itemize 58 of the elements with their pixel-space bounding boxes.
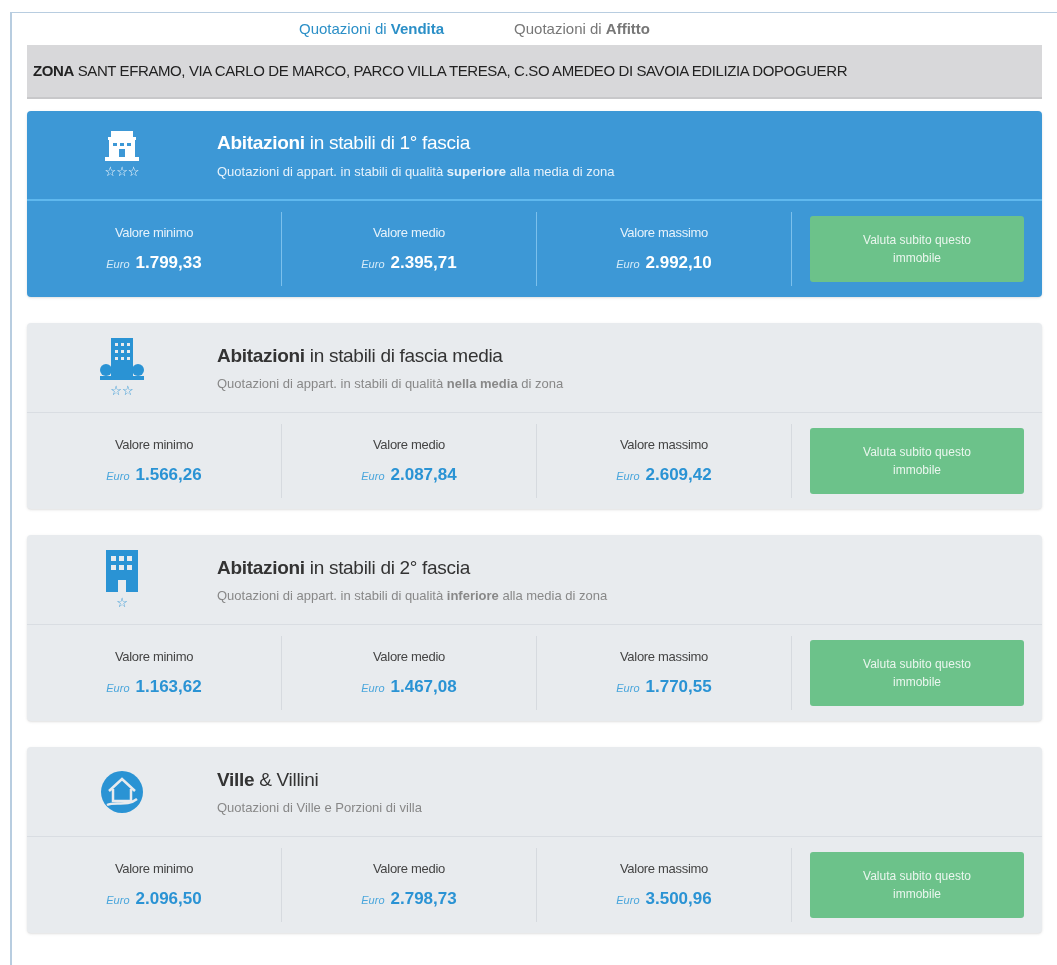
value-label: Valore massimo [619, 435, 708, 454]
card-title: Abitazioni in stabili di fascia media [217, 343, 504, 368]
star-rating: ☆ [116, 595, 128, 610]
price-value: 2.096,50 [135, 888, 202, 910]
value-label: Valore minimo [114, 435, 194, 454]
price-value: 1.163,62 [135, 676, 202, 698]
value-label: Valore medio [372, 223, 445, 242]
tab[interactable]: Quotazioni di Vendita [299, 17, 445, 41]
currency-label: Euro [361, 893, 385, 908]
currency-label: Euro [616, 681, 640, 696]
star-rating: ☆☆☆ [104, 165, 140, 179]
price-value: 2.798,73 [390, 888, 457, 910]
value-label: Valore massimo [619, 647, 708, 666]
card-title: Abitazioni in stabili di 2° fascia [217, 555, 472, 580]
price-value: 2.087,84 [390, 464, 457, 486]
card-subtitle: Quotazioni di appart. in stabili di qualità inferiore alla media di zona [217, 587, 608, 605]
currency-label: Euro [361, 681, 385, 696]
currency-label: Euro [616, 893, 640, 908]
house-in-hand-icon [99, 768, 145, 815]
price-value: 1.770,55 [645, 676, 712, 698]
card-subtitle: Quotazioni di appart. in stabili di qualità nella media di zona [217, 375, 564, 393]
price-value: 1.799,33 [135, 252, 202, 274]
value-label: Valore medio [372, 435, 445, 454]
currency-label: Euro [616, 469, 640, 484]
zone-text: ZONA SANT EFRAMO, VIA CARLO DE MARCO, PARCO VILLA TERESA, C.SO AMEDEO DI SAVOIA EDILIZIA DOPOGUERR [33, 60, 848, 81]
currency-label: Euro [616, 257, 640, 272]
price-value: 2.609,42 [645, 464, 712, 486]
value-label: Valore medio [372, 647, 445, 666]
price-value: 3.500,96 [645, 888, 712, 910]
value-label: Valore minimo [114, 223, 194, 242]
value-label: Valore minimo [114, 859, 194, 878]
star-rating: ☆☆ [110, 383, 134, 398]
value-label: Valore medio [372, 859, 445, 878]
price-value: 2.992,10 [645, 252, 712, 274]
price-value: 1.467,08 [390, 676, 457, 698]
currency-label: Euro [106, 257, 130, 272]
card-title: Abitazioni in stabili di 1° fascia [217, 131, 472, 155]
evaluate-button[interactable]: Valuta subito questo immobile [810, 852, 1024, 918]
currency-label: Euro [361, 257, 385, 272]
currency-label: Euro [106, 893, 130, 908]
office-building-icon [104, 549, 140, 592]
value-label: Valore minimo [114, 647, 194, 666]
currency-label: Euro [106, 469, 130, 484]
card-subtitle: Quotazioni di appart. in stabili di qualità superiore alla media di zona [217, 162, 615, 181]
value-label: Valore massimo [619, 223, 708, 242]
tab[interactable]: Quotazioni di Affitto [514, 17, 650, 41]
evaluate-button[interactable]: Valuta subito questo immobile [810, 216, 1024, 282]
price-value: 2.395,71 [390, 252, 457, 274]
value-label: Valore massimo [619, 859, 708, 878]
tower-building-icon [100, 337, 144, 380]
price-value: 1.566,26 [135, 464, 202, 486]
currency-label: Euro [361, 469, 385, 484]
card-subtitle: Quotazioni di Ville e Porzioni di villa [217, 799, 422, 817]
evaluate-button[interactable]: Valuta subito questo immobile [810, 640, 1024, 706]
evaluate-button[interactable]: Valuta subito questo immobile [810, 428, 1024, 494]
building-icon [105, 131, 139, 161]
currency-label: Euro [106, 681, 130, 696]
card-title: Ville & Villini [217, 767, 320, 792]
